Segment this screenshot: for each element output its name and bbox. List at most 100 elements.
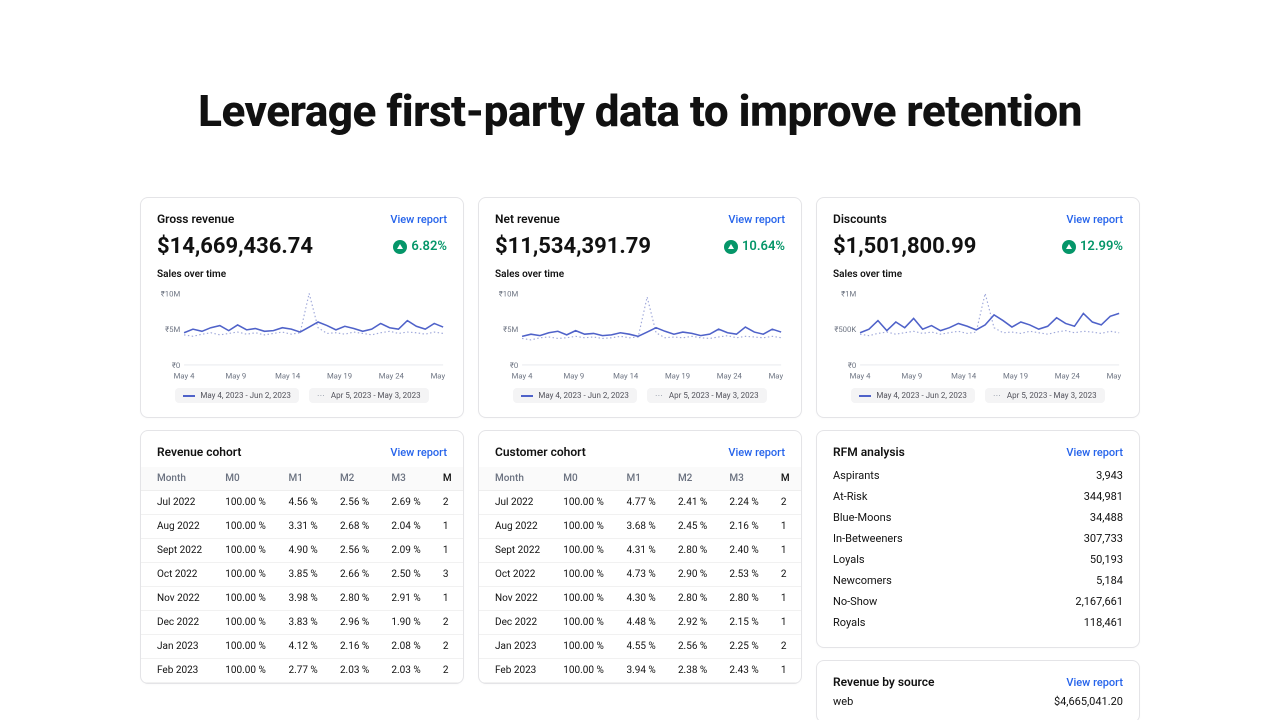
- svg-text:May 29: May 29: [431, 371, 447, 380]
- table-row: Jan 2023100.00 %4.55 %2.56 %2.25 %2: [479, 635, 801, 659]
- svg-text:May 14: May 14: [613, 371, 639, 380]
- list-item: No-Show2,167,661: [833, 591, 1123, 612]
- legend-current: May 4, 2023 - Jun 2, 2023: [851, 388, 975, 403]
- list-item: In-Betweeners307,733: [833, 528, 1123, 549]
- revenue-by-source-list: web$4,665,041.20: [833, 695, 1123, 708]
- kpi-delta-value: 10.64%: [742, 239, 785, 254]
- svg-text:May 19: May 19: [327, 371, 352, 380]
- card-title: Revenue by source: [833, 675, 934, 689]
- dashboard-grid: Gross revenue View report $14,669,436.74…: [140, 197, 1140, 720]
- svg-text:May 9: May 9: [563, 371, 584, 380]
- list-item: At-Risk344,981: [833, 486, 1123, 507]
- chart-subhead: Sales over time: [495, 269, 785, 280]
- table-header: M: [771, 467, 801, 491]
- customer-cohort-table: MonthM0M1M2M3MJul 2022100.00 %4.77 %2.41…: [479, 467, 801, 683]
- view-report-link[interactable]: View report: [390, 213, 447, 226]
- arrow-up-icon: [1062, 240, 1076, 254]
- svg-text:₹5M: ₹5M: [165, 325, 180, 334]
- kpi-delta-value: 12.99%: [1080, 239, 1123, 254]
- list-item: Blue-Moons34,488: [833, 507, 1123, 528]
- line-solid-icon: [183, 395, 195, 397]
- line-dotted-icon: [655, 391, 664, 400]
- svg-text:May 14: May 14: [951, 371, 977, 380]
- line-dotted-icon: [317, 391, 326, 400]
- table-row: Nov 2022100.00 %3.98 %2.80 %2.91 %1: [141, 587, 463, 611]
- table-header: M2: [330, 467, 381, 491]
- table-row: Aug 2022100.00 %3.68 %2.45 %2.16 %1: [479, 515, 801, 539]
- legend-previous: Apr 5, 2023 - May 3, 2023: [309, 388, 429, 403]
- sales-over-time-chart-gross: ₹10M₹5M₹0May 4May 9May 14May 19May 24May…: [157, 286, 447, 382]
- table-header: Month: [479, 467, 553, 491]
- svg-text:May 4: May 4: [850, 371, 871, 380]
- legend-previous: Apr 5, 2023 - May 3, 2023: [985, 388, 1105, 403]
- svg-text:May 9: May 9: [225, 371, 246, 380]
- list-item: Royals118,461: [833, 612, 1123, 633]
- line-dotted-icon: [993, 391, 1002, 400]
- sales-over-time-chart-discounts: ₹1M₹500K₹0May 4May 9May 14May 19May 24Ma…: [833, 286, 1123, 382]
- view-report-link[interactable]: View report: [1066, 676, 1123, 689]
- view-report-link[interactable]: View report: [728, 213, 785, 226]
- svg-text:May 19: May 19: [665, 371, 690, 380]
- list-item: Loyals50,193: [833, 549, 1123, 570]
- legend-current: May 4, 2023 - Jun 2, 2023: [513, 388, 637, 403]
- svg-text:May 24: May 24: [379, 371, 405, 380]
- svg-text:₹0: ₹0: [848, 361, 856, 370]
- table-header: M0: [215, 467, 278, 491]
- table-row: Sept 2022100.00 %4.31 %2.80 %2.40 %1: [479, 539, 801, 563]
- table-row: Jul 2022100.00 %4.56 %2.56 %2.69 %2: [141, 491, 463, 515]
- view-report-link[interactable]: View report: [390, 446, 447, 459]
- rfm-analysis-card: RFM analysis View report Aspirants3,943A…: [816, 430, 1140, 648]
- svg-text:May 14: May 14: [275, 371, 301, 380]
- sales-over-time-chart-net: ₹10M ₹5M ₹0May 4 May 9 May 14 May 19 May 24 May…: [495, 286, 785, 382]
- kpi-value: $14,669,436.74: [157, 234, 313, 259]
- kpi-title: Net revenue: [495, 212, 560, 226]
- view-report-link[interactable]: View report: [1066, 446, 1123, 459]
- table-row: Oct 2022100.00 %4.73 %2.90 %2.53 %2: [479, 563, 801, 587]
- kpi-delta: 6.82%: [393, 239, 447, 254]
- kpi-card-net-revenue: Net revenue View report $11,534,391.79 1…: [478, 197, 802, 418]
- svg-text:₹5M: ₹5M: [503, 325, 518, 334]
- revenue-by-source-card: Revenue by source View report web$4,665,…: [816, 660, 1140, 720]
- svg-text:May 19: May 19: [1003, 371, 1028, 380]
- kpi-title: Gross revenue: [157, 212, 234, 226]
- arrow-up-icon: [393, 240, 407, 254]
- svg-text:₹0: ₹0: [172, 361, 180, 370]
- table-row: Aug 2022100.00 %3.31 %2.68 %2.04 %1: [141, 515, 463, 539]
- view-report-link[interactable]: View report: [1066, 213, 1123, 226]
- table-row: Dec 2022100.00 %3.83 %2.96 %1.90 %2: [141, 611, 463, 635]
- svg-text:₹500K: ₹500K: [834, 325, 856, 334]
- table-header: M3: [381, 467, 432, 491]
- kpi-delta: 12.99%: [1062, 239, 1123, 254]
- view-report-link[interactable]: View report: [728, 446, 785, 459]
- chart-legend: May 4, 2023 - Jun 2, 2023 Apr 5, 2023 - …: [495, 388, 785, 403]
- svg-text:₹1M: ₹1M: [841, 289, 856, 298]
- list-item: Newcomers5,184: [833, 570, 1123, 591]
- kpi-delta: 10.64%: [724, 239, 785, 254]
- kpi-card-gross-revenue: Gross revenue View report $14,669,436.74…: [140, 197, 464, 418]
- svg-text:₹0: ₹0: [510, 361, 518, 370]
- table-header: M2: [668, 467, 719, 491]
- svg-text:May 29: May 29: [769, 371, 785, 380]
- svg-text:May 29: May 29: [1107, 371, 1123, 380]
- table-row: Nov 2022100.00 %4.30 %2.80 %2.80 %1: [479, 587, 801, 611]
- rfm-list: Aspirants3,943At-Risk344,981Blue-Moons34…: [833, 465, 1123, 633]
- chart-subhead: Sales over time: [157, 269, 447, 280]
- card-title: Customer cohort: [495, 445, 586, 459]
- svg-text:May 24: May 24: [717, 371, 743, 380]
- table-header: M0: [553, 467, 616, 491]
- chart-subhead: Sales over time: [833, 269, 1123, 280]
- table-row: Jul 2022100.00 %4.77 %2.41 %2.24 %2: [479, 491, 801, 515]
- svg-text:₹10M: ₹10M: [499, 289, 519, 298]
- svg-text:May 24: May 24: [1055, 371, 1081, 380]
- table-header: M: [433, 467, 463, 491]
- table-row: Feb 2023100.00 %3.94 %2.38 %2.43 %1: [479, 659, 801, 683]
- svg-text:May 4: May 4: [512, 371, 533, 380]
- page-headline: Leverage first-party data to improve ret…: [0, 85, 1280, 137]
- revenue-cohort-card: Revenue cohort View report MonthM0M1M2M3…: [140, 430, 464, 684]
- line-solid-icon: [859, 395, 871, 397]
- kpi-value: $11,534,391.79: [495, 234, 651, 259]
- table-header: Month: [141, 467, 215, 491]
- table-row: Sept 2022100.00 %4.90 %2.56 %2.09 %1: [141, 539, 463, 563]
- table-header: M1: [616, 467, 667, 491]
- table-row: Dec 2022100.00 %4.48 %2.92 %2.15 %1: [479, 611, 801, 635]
